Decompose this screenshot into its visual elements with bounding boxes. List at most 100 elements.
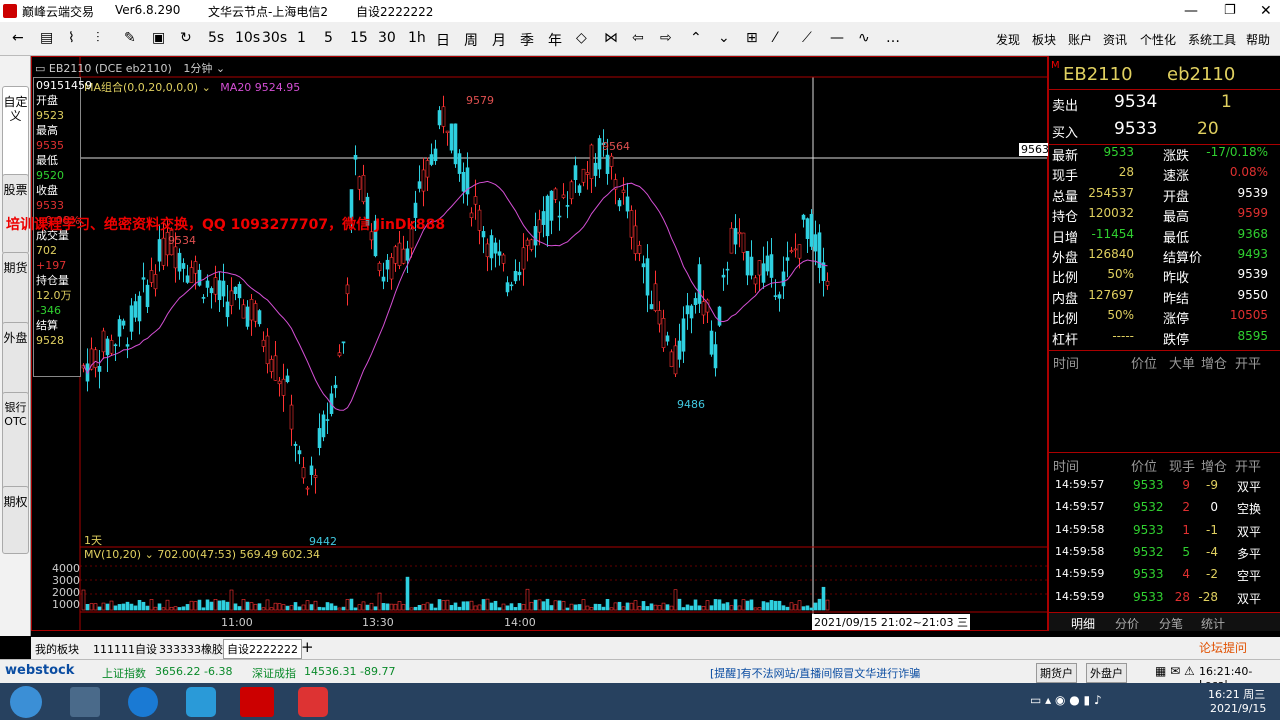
futures-account-button[interactable]: 期货户 (1036, 663, 1077, 683)
candle (461, 171, 466, 192)
menu-4[interactable]: 个性化 (1140, 31, 1176, 48)
candle (317, 428, 322, 449)
candle (629, 210, 634, 238)
tab-price[interactable]: 分价 (1115, 615, 1139, 632)
sogou-icon[interactable] (128, 687, 158, 717)
wave-tool-icon[interactable]: ∿ (858, 30, 870, 46)
volume-bar (517, 603, 522, 611)
chart-icon[interactable]: ⌇ (68, 30, 75, 46)
volume-bar (761, 601, 766, 611)
tab-detail[interactable]: 明细 (1071, 615, 1095, 632)
candle (437, 110, 442, 126)
period-select[interactable]: 1分钟 (183, 62, 212, 75)
close-button[interactable]: ✕ (1260, 3, 1272, 19)
list-icon[interactable]: ▤ (40, 30, 53, 46)
diamond-icon[interactable]: ◇ (576, 30, 587, 46)
taskbar: ▭ ▴ ◉ ● ▮ ♪ 16:21 周三 2021/9/15 (0, 683, 1280, 720)
volume-bar (685, 604, 690, 611)
arrow-left-icon[interactable]: ⇦ (632, 30, 644, 46)
volume-bar (813, 602, 818, 611)
add-tab-icon[interactable]: + (301, 638, 314, 656)
volume-bar (641, 601, 646, 611)
volume-bar (321, 607, 326, 611)
candle (805, 218, 810, 239)
volume-bar (569, 603, 574, 611)
period-2[interactable]: 30s (262, 30, 287, 46)
side-tab-otc[interactable]: 银行OTC (2, 392, 29, 492)
chart-menu-icon[interactable]: ▭ (35, 62, 45, 75)
period-4[interactable]: 5 (324, 30, 333, 46)
candle (753, 277, 758, 285)
ray-tool-icon[interactable]: ⟋ (802, 30, 812, 46)
candle (301, 467, 306, 479)
arrow-down-icon[interactable]: ⌄ (718, 30, 730, 46)
kline-icon[interactable]: ⫶ (96, 30, 100, 46)
volume-bar (169, 606, 174, 611)
tab-rubber[interactable]: 333333橡胶 (159, 641, 223, 657)
custom-group: 自设2222222 (356, 5, 434, 19)
volume-bar (173, 606, 178, 611)
period-3[interactable]: 1 (297, 30, 306, 46)
draw-icon[interactable]: ✎ (124, 30, 136, 46)
tab-custom-1[interactable]: 111111自设 (93, 641, 157, 657)
candle (657, 310, 662, 325)
start-button[interactable] (10, 686, 42, 718)
course-icon[interactable] (186, 687, 216, 717)
notice-text[interactable]: [提醒]有不法网站/直播间假冒文华进行诈骗 (710, 665, 920, 681)
candle (157, 239, 162, 262)
menu-5[interactable]: 系统工具 (1188, 31, 1236, 48)
side-tab-options[interactable]: 期权 (2, 486, 29, 554)
menu-1[interactable]: 板块 (1032, 31, 1056, 48)
side-tab-futures[interactable]: 期货 (2, 252, 29, 326)
volume-bar (545, 598, 550, 611)
arrow-up-icon[interactable]: ⌃ (690, 30, 702, 46)
wh6-icon[interactable] (240, 687, 274, 717)
tab-trades[interactable]: 分笔 (1159, 615, 1183, 632)
stat-value: -11454 (1091, 226, 1134, 241)
period-12[interactable]: 年 (548, 30, 562, 50)
restore-button[interactable]: ❐ (1224, 3, 1236, 18)
tab-my-sector[interactable]: 我的板块 (35, 641, 79, 657)
period-5[interactable]: 15 (350, 30, 368, 46)
period-10[interactable]: 月 (492, 30, 506, 50)
menu-3[interactable]: 资讯 (1103, 31, 1127, 48)
volume-bar (525, 588, 530, 611)
vol-ma-label[interactable]: MV(10,20) (84, 548, 141, 561)
tab-stats[interactable]: 统计 (1201, 615, 1225, 632)
menu-6[interactable]: 帮助 (1246, 31, 1270, 48)
period-7[interactable]: 1h (408, 30, 426, 46)
ma-combo-label[interactable]: MA组合(0,0,20,0,0,0) (84, 81, 198, 94)
minimize-button[interactable]: — (1184, 3, 1198, 19)
menu-2[interactable]: 账户 (1068, 31, 1092, 48)
period-11[interactable]: 季 (520, 30, 534, 50)
period-6[interactable]: 30 (378, 30, 396, 46)
refresh-icon[interactable]: ↻ (180, 30, 192, 46)
hline-tool-icon[interactable]: — (830, 30, 844, 46)
chart-area[interactable]: ▭ EB2110 (DCE eb2110) 1分钟 ⌄ MA组合(0,0,20,… (6, 56, 1051, 631)
side-tab-foreign[interactable]: 外盘 (2, 322, 29, 396)
foreign-account-button[interactable]: 外盘户 (1086, 663, 1127, 683)
back-icon[interactable]: ← (12, 30, 24, 46)
wps-icon[interactable] (298, 687, 328, 717)
volume-bar (609, 607, 614, 611)
explorer-icon[interactable] (70, 687, 100, 717)
candle (97, 366, 102, 372)
tab-custom-2[interactable]: 自设2222222 (223, 639, 302, 659)
candle (309, 465, 314, 475)
period-8[interactable]: 日 (436, 30, 450, 50)
vol-values: 702.00(47:53) 569.49 602.34 (157, 548, 321, 561)
forum-link[interactable]: 论坛提问 (1199, 639, 1247, 656)
bowtie-icon[interactable]: ⋈ (604, 30, 618, 46)
menu-0[interactable]: 发现 (996, 31, 1020, 48)
arrow-right-icon[interactable]: ⇨ (660, 30, 672, 46)
period-9[interactable]: 周 (464, 30, 478, 50)
candle (573, 165, 578, 181)
grid-icon[interactable]: ⊞ (746, 30, 758, 46)
tick-cell: -1 (1206, 522, 1218, 537)
line-tool-icon[interactable]: ⁄ (774, 30, 776, 46)
more-icon[interactable]: … (886, 30, 900, 46)
stat-label: 开盘 (1163, 189, 1190, 205)
period-1[interactable]: 10s (235, 30, 260, 46)
save-icon[interactable]: ▣ (152, 30, 165, 46)
period-0[interactable]: 5s (208, 30, 224, 46)
